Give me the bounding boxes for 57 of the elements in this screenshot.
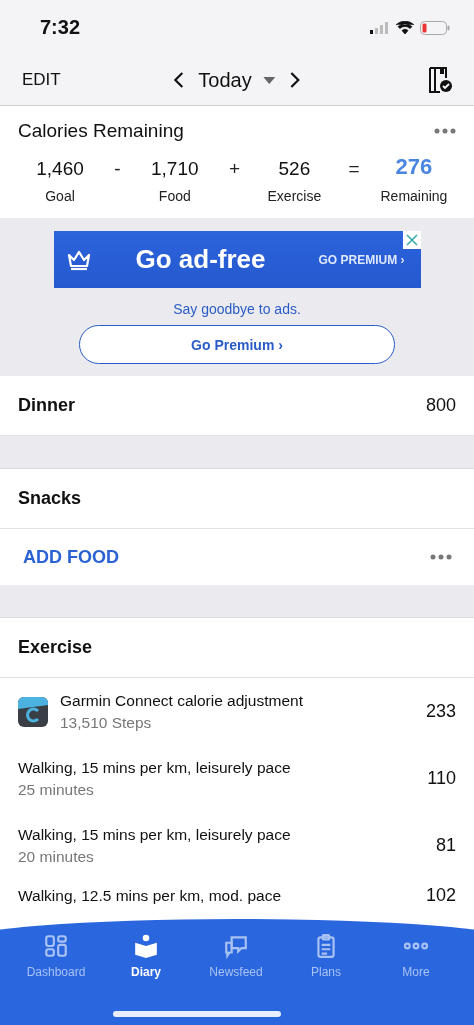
ad-headline: Go ad-free bbox=[135, 244, 266, 275]
ad-banner[interactable]: Go ad-free GO PREMIUM › bbox=[53, 231, 421, 288]
exercise-row[interactable]: Walking, 15 mins per km, leisurely pace 25 minutes 110 bbox=[0, 745, 474, 812]
ad-premium-link[interactable]: GO PREMIUM › bbox=[318, 252, 405, 267]
operator-sign: + bbox=[229, 158, 241, 180]
calories-title: Calories Remaining bbox=[18, 120, 184, 142]
reader-icon bbox=[133, 933, 159, 959]
chat-icon bbox=[223, 933, 249, 959]
exercise-name: Garmin Connect calorie adjustment bbox=[60, 691, 304, 710]
more-icon[interactable] bbox=[434, 128, 456, 134]
remaining-value: 276 bbox=[395, 154, 433, 180]
battery-icon bbox=[420, 20, 450, 35]
exercise-calories: 233 bbox=[425, 701, 456, 722]
edit-button[interactable]: EDIT bbox=[22, 70, 61, 90]
diary-complete-icon[interactable] bbox=[428, 67, 452, 93]
add-food-button[interactable]: ADD FOOD bbox=[23, 546, 119, 568]
section-title: Exercise bbox=[18, 637, 93, 658]
status-time: 7:32 bbox=[40, 16, 81, 39]
calorie-value: 1,460 bbox=[36, 158, 84, 180]
calorie-label: Remaining bbox=[380, 188, 448, 204]
exercise-name: Walking, 15 mins per km, leisurely pace bbox=[18, 825, 292, 844]
exercise-name: Walking, 12.5 mins per km, mod. pace bbox=[18, 886, 283, 905]
calorie-label: Food bbox=[158, 188, 191, 204]
crown-icon bbox=[65, 248, 92, 271]
exercise-row[interactable]: Walking, 12.5 mins per km, mod. pace 102 bbox=[0, 879, 474, 908]
close-icon bbox=[405, 234, 418, 246]
exercise-calories: 110 bbox=[427, 768, 456, 789]
exercise-name: Walking, 15 mins per km, leisurely pace bbox=[18, 758, 292, 777]
app-icon bbox=[18, 696, 48, 727]
exercise-row[interactable]: Walking, 15 mins per km, leisurely pace 20 minutes 81 bbox=[0, 812, 474, 879]
tab-button[interactable]: Diary bbox=[110, 933, 182, 995]
exercise-calories: 81 bbox=[435, 835, 456, 856]
exercise-detail: 25 minutes bbox=[18, 780, 95, 799]
ad-tagline: Say goodbye to ads. bbox=[173, 301, 301, 317]
caret-icon bbox=[263, 76, 276, 84]
exercise-row[interactable]: Garmin Connect calorie adjustment 13,510 Steps 233 bbox=[0, 678, 474, 745]
exercise-detail: 20 minutes bbox=[18, 847, 95, 866]
wifi-icon bbox=[396, 21, 414, 34]
go-premium-button[interactable]: Go Premium › bbox=[79, 325, 395, 364]
grid-icon bbox=[43, 933, 69, 959]
signal-icon bbox=[370, 21, 390, 34]
calorie-value: 526 bbox=[278, 158, 311, 180]
operator-sign: = bbox=[348, 158, 360, 180]
date-dropdown[interactable]: Today bbox=[198, 68, 276, 92]
next-day-icon[interactable] bbox=[289, 71, 302, 89]
previous-day-icon[interactable] bbox=[172, 71, 185, 89]
close-button[interactable] bbox=[402, 231, 421, 249]
calorie-label: Goal bbox=[45, 188, 75, 204]
more-icon[interactable] bbox=[430, 554, 452, 560]
operator-sign: - bbox=[114, 158, 121, 180]
meal-calories: 800 bbox=[425, 395, 456, 416]
meal-name: Dinner bbox=[18, 395, 75, 416]
exercise-detail: 13,510 Steps bbox=[60, 713, 153, 732]
calorie-label: Exercise bbox=[267, 188, 322, 204]
calorie-value: 1,710 bbox=[151, 158, 199, 180]
meal-name: Snacks bbox=[18, 488, 82, 509]
exercise-calories: 102 bbox=[425, 885, 456, 906]
